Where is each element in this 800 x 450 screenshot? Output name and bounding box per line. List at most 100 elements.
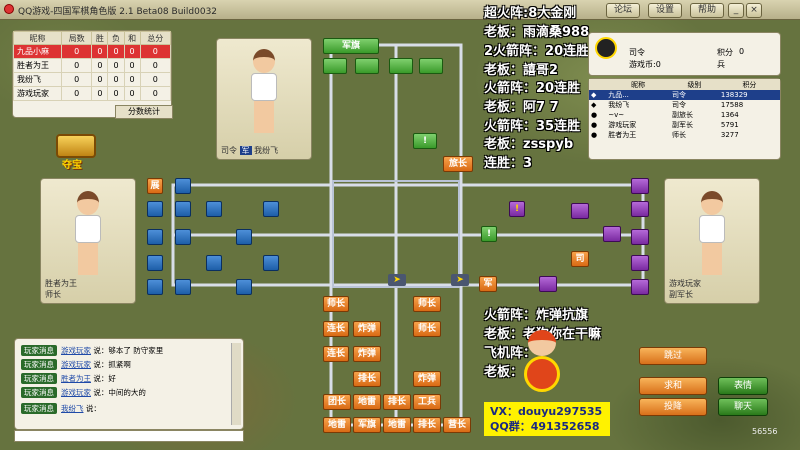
piece-left-hidden[interactable] [206,201,222,217]
piece-bottom[interactable]: 师长 [413,296,441,312]
overlay-line: 超火阵:8大金刚 [484,6,577,21]
footer-number: 56556 [752,427,778,436]
cell: 0 [60,72,93,87]
piece-right-hidden[interactable] [631,255,649,271]
chat-user-link[interactable]: 胜者为王 [61,374,91,383]
piece-bottom[interactable]: 地雷 [323,417,351,433]
piece-bottom[interactable]: 连长 [323,321,349,337]
piece-right[interactable]: 军 [479,276,497,292]
chat-input[interactable] [14,430,244,442]
piece-bottom[interactable]: 炸弹 [353,321,381,337]
piece-bottom[interactable]: 师长 [323,296,349,312]
piece-left-hidden[interactable] [263,201,279,217]
right-player-avatar[interactable]: 游戏玩家 副军长 [664,178,760,304]
row-name: 九品小麻 [13,44,62,59]
piece-right-hidden[interactable] [631,229,649,245]
arrow-marker-icon: ➤ [451,274,469,286]
overlay-line: 连胜：3 [484,156,533,171]
chat-user-link[interactable]: 游戏玩家 [61,388,91,397]
piece-bottom[interactable]: 炸弹 [353,346,381,362]
mascot-figure [520,330,564,400]
chat-button[interactable]: 聊天 [718,398,768,416]
emoji-button[interactable]: 表情 [718,377,768,395]
cell: 0 [107,58,125,73]
piece-bottom[interactable]: 排长 [413,417,441,433]
chat-user-link[interactable]: 游戏玩家 [61,346,91,355]
cell: 0 [91,58,109,73]
piece-bottom[interactable]: 排长 [383,394,411,410]
piece-bottom[interactable]: 地雷 [353,394,381,410]
vx-line: VX：douyu297535 [490,405,603,418]
left-player-avatar[interactable]: 胜者为王 师长 [40,178,136,304]
piece-bottom[interactable]: 炸弹 [413,371,441,387]
piece-left-hidden[interactable] [263,255,279,271]
piece-bottom[interactable]: 团长 [323,394,351,410]
list-item[interactable]: ● 胜者为王 师长 3277 [589,130,780,140]
help-button[interactable]: 帮助 [690,3,724,18]
piece-top-hidden[interactable] [419,58,443,74]
piece-left-hidden[interactable] [175,178,191,194]
piece-bottom[interactable]: 营长 [443,417,471,433]
peace-button[interactable]: 求和 [639,377,707,395]
cell: 0 [107,72,125,87]
piece-bottom[interactable]: 师长 [413,321,441,337]
settings-button[interactable]: 设置 [648,3,682,18]
minimize-button[interactable]: _ [728,3,744,18]
player-list: 昵称 级别 积分 ◆ 九品... 司令 138329 ◆ 我纷飞 司令 17588 ● ~v~… [588,78,781,160]
close-button[interactable]: × [746,3,762,18]
list-item[interactable]: ◆ 九品... 司令 138329 [589,90,780,100]
piece-right-hidden[interactable] [571,203,589,219]
chat-scrollbar[interactable] [231,343,241,425]
piece-right-hidden[interactable] [631,178,649,194]
piece-top-hidden[interactable] [389,58,413,74]
piece-right-hidden[interactable] [539,276,557,292]
chat-user-link[interactable]: 我纷飞 [61,404,84,413]
piece-right-hidden[interactable] [603,226,621,242]
piece-top-hidden[interactable] [323,58,347,74]
piece-left[interactable]: 展 [147,178,163,194]
row-name: 游戏玩家 [13,86,62,101]
cell: 0 [91,44,109,59]
piece-bottom[interactable]: 工兵 [413,394,441,410]
surrender-button[interactable]: 投降 [639,398,707,416]
cell: 0 [123,44,141,59]
piece-left-hidden[interactable] [236,279,252,295]
forum-button[interactable]: 论坛 [606,3,640,18]
piece-top-hidden[interactable] [355,58,379,74]
piece-left-hidden[interactable] [236,229,252,245]
piece-top[interactable]: 旅长 [443,156,473,172]
piece-left-hidden[interactable] [175,201,191,217]
piece-right-hidden[interactable] [631,201,649,217]
skip-button[interactable]: 跳过 [639,347,707,365]
self-score-value: 0 [739,47,745,56]
chat-line: 玩家消息 游戏玩家 说：抓紧啊 [21,359,131,370]
chat-user-link[interactable]: 游戏玩家 [61,360,91,369]
treasure-chest-button[interactable]: 夺宝 [48,128,104,171]
piece-right[interactable]: 司 [571,251,589,267]
qq-penguin-icon [595,37,617,59]
piece-right[interactable]: ! [509,201,525,217]
piece-left-hidden[interactable] [175,279,191,295]
piece-top[interactable]: ! [413,133,437,149]
piece-left-hidden[interactable] [147,201,163,217]
piece-top[interactable]: 军旗 [323,38,379,54]
piece-left-hidden[interactable] [147,229,163,245]
piece-bottom[interactable]: 军旗 [353,417,381,433]
list-header: 昵称 [606,79,670,90]
list-item[interactable]: ● 游戏玩家 副军长 5791 [589,120,780,130]
qq-group-line: QQ群：491352658 [490,420,600,433]
piece-left-hidden[interactable] [147,255,163,271]
piece-left-hidden[interactable] [175,229,191,245]
piece-right-hidden[interactable] [631,279,649,295]
score-header: 负 [107,31,125,45]
cell: 0 [60,44,93,59]
piece-right[interactable]: ! [481,226,497,242]
piece-bottom[interactable]: 排长 [353,371,381,387]
chest-label: 夺宝 [62,160,82,171]
piece-bottom[interactable]: 地雷 [383,417,411,433]
list-item[interactable]: ◆ 我纷飞 司令 17588 [589,100,780,110]
piece-bottom[interactable]: 连长 [323,346,349,362]
piece-left-hidden[interactable] [206,255,222,271]
piece-left-hidden[interactable] [147,279,163,295]
list-item[interactable]: ● ~v~ 副旅长 1364 [589,110,780,120]
